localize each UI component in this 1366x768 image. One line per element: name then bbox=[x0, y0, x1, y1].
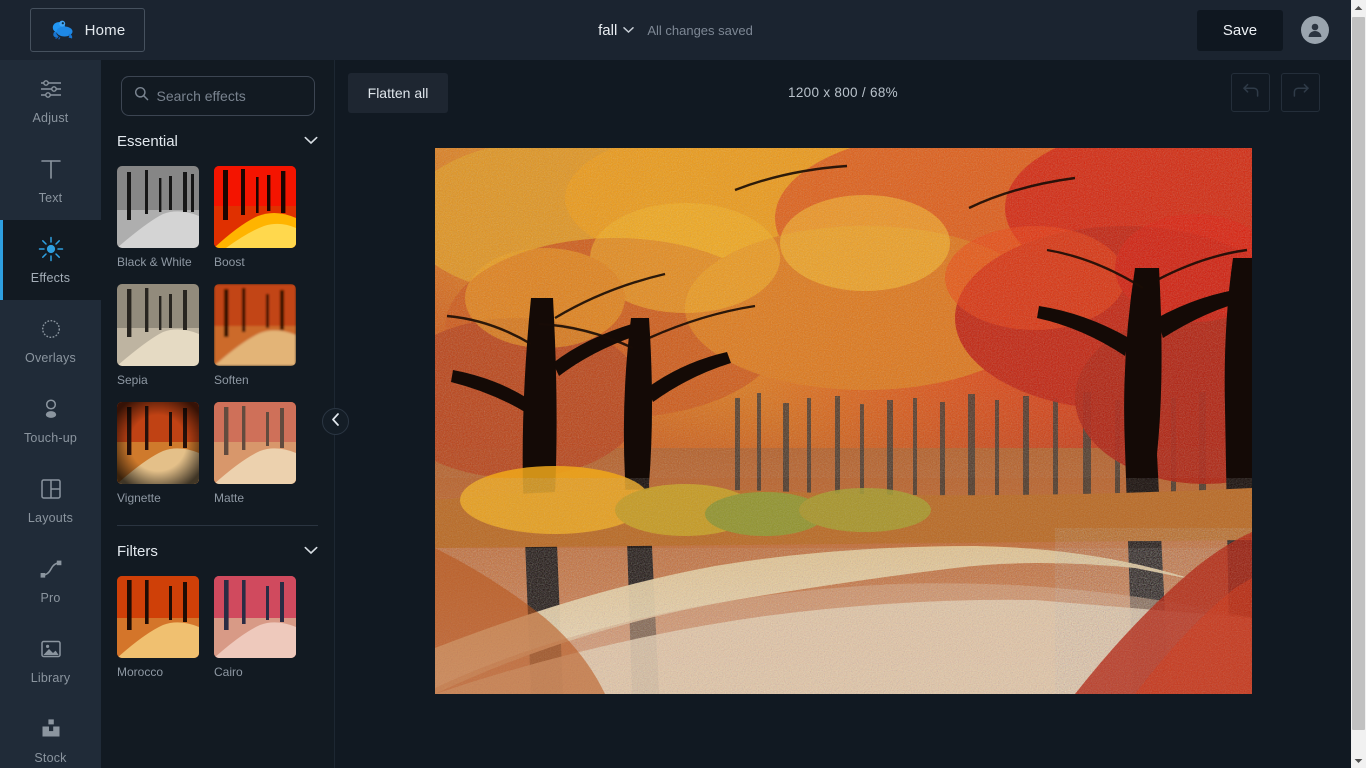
effects-grid-filters: Morocco Cairo bbox=[101, 576, 334, 679]
rail-label-library: Library bbox=[31, 671, 71, 685]
chevron-down-icon bbox=[623, 26, 634, 34]
rail-label-effects: Effects bbox=[31, 271, 70, 285]
document-name-dropdown[interactable]: fall bbox=[598, 22, 634, 39]
canvas-stage bbox=[335, 130, 1351, 768]
rail-item-stock[interactable]: Stock bbox=[0, 700, 101, 768]
rail-item-library[interactable]: Library bbox=[0, 620, 101, 700]
effect-label: Soften bbox=[214, 373, 296, 387]
effects-panel: Essential bbox=[101, 60, 335, 768]
redo-arrow-icon bbox=[1292, 82, 1310, 103]
rail-label-touchup: Touch-up bbox=[24, 431, 77, 445]
rail-label-pro: Pro bbox=[40, 591, 60, 605]
save-button[interactable]: Save bbox=[1197, 10, 1283, 51]
effect-label: Matte bbox=[214, 491, 296, 505]
effect-thumbnail bbox=[117, 576, 199, 658]
effect-item-morocco[interactable]: Morocco bbox=[117, 576, 199, 679]
archive-icon bbox=[38, 716, 64, 742]
edited-photo[interactable] bbox=[435, 148, 1252, 694]
section-header-essential[interactable]: Essential bbox=[117, 116, 318, 166]
effect-label: Boost bbox=[214, 255, 296, 269]
section-title-essential: Essential bbox=[117, 133, 178, 150]
effect-item-vignette[interactable]: Vignette bbox=[117, 402, 199, 505]
effect-label: Vignette bbox=[117, 491, 199, 505]
rail-label-layouts: Layouts bbox=[28, 511, 73, 525]
rail-item-text[interactable]: Text bbox=[0, 140, 101, 220]
document-name: fall bbox=[598, 22, 617, 39]
home-button-label: Home bbox=[85, 22, 126, 39]
effect-item-soften[interactable]: Soften bbox=[214, 284, 296, 387]
effect-label: Cairo bbox=[214, 665, 296, 679]
section-title-filters: Filters bbox=[117, 543, 158, 560]
sliders-icon bbox=[38, 76, 64, 102]
search-icon bbox=[134, 86, 149, 106]
chevron-down-icon bbox=[304, 542, 318, 560]
rail-item-pro[interactable]: Pro bbox=[0, 540, 101, 620]
page-scrollbar[interactable] bbox=[1351, 0, 1366, 768]
sunburst-icon bbox=[38, 316, 64, 342]
top-bar: Home fall All changes saved Save bbox=[0, 0, 1351, 60]
text-t-icon bbox=[38, 156, 64, 182]
effect-thumbnail bbox=[214, 576, 296, 658]
rail-label-stock: Stock bbox=[34, 751, 66, 765]
effects-grid-essential: Black & White Boost bbox=[101, 166, 334, 505]
canvas-area: Flatten all 1200 x 800 / 68% bbox=[335, 60, 1351, 768]
effect-thumbnail bbox=[117, 402, 199, 484]
collapse-panel-button[interactable] bbox=[322, 408, 349, 435]
frog-logo-icon bbox=[50, 19, 76, 41]
effect-item-sepia[interactable]: Sepia bbox=[117, 284, 199, 387]
rail-label-text: Text bbox=[39, 191, 63, 205]
effect-thumbnail bbox=[214, 166, 296, 248]
undo-button[interactable] bbox=[1231, 73, 1270, 112]
scroll-down-arrow-icon[interactable] bbox=[1351, 753, 1366, 768]
save-status-text: All changes saved bbox=[647, 23, 753, 38]
image-icon bbox=[38, 636, 64, 662]
person-icon bbox=[38, 396, 64, 422]
effect-label: Morocco bbox=[117, 665, 199, 679]
redo-button[interactable] bbox=[1281, 73, 1320, 112]
rail-item-layouts[interactable]: Layouts bbox=[0, 460, 101, 540]
effect-item-matte[interactable]: Matte bbox=[214, 402, 296, 505]
scroll-up-arrow-icon[interactable] bbox=[1351, 0, 1366, 15]
rail-item-overlays[interactable]: Overlays bbox=[0, 300, 101, 380]
home-button[interactable]: Home bbox=[30, 8, 145, 52]
section-header-filters[interactable]: Filters bbox=[117, 526, 318, 576]
sparkle-icon bbox=[38, 236, 64, 262]
effect-item-cairo[interactable]: Cairo bbox=[214, 576, 296, 679]
top-bar-actions: Save bbox=[1197, 0, 1351, 60]
rail-label-overlays: Overlays bbox=[25, 351, 76, 365]
user-avatar-icon[interactable] bbox=[1301, 16, 1329, 44]
grid-icon bbox=[38, 476, 64, 502]
node-path-icon bbox=[38, 556, 64, 582]
effect-thumbnail bbox=[117, 284, 199, 366]
rail-label-adjust: Adjust bbox=[33, 111, 69, 125]
search-input[interactable] bbox=[157, 88, 336, 104]
undo-arrow-icon bbox=[1242, 82, 1260, 103]
effect-item-black-and-white[interactable]: Black & White bbox=[117, 166, 199, 269]
editor-app: Home fall All changes saved Save bbox=[0, 0, 1351, 768]
tool-rail: Adjust Text bbox=[0, 60, 101, 768]
effect-item-boost[interactable]: Boost bbox=[214, 166, 296, 269]
history-buttons bbox=[1231, 73, 1320, 112]
rail-item-effects[interactable]: Effects bbox=[0, 220, 101, 300]
canvas-toolbar: Flatten all 1200 x 800 / 68% bbox=[335, 60, 1351, 130]
search-effects-box[interactable] bbox=[121, 76, 315, 116]
document-title-area: fall All changes saved bbox=[0, 0, 1351, 60]
rail-item-adjust[interactable]: Adjust bbox=[0, 60, 101, 140]
chevron-left-icon bbox=[331, 413, 340, 431]
effect-thumbnail bbox=[214, 402, 296, 484]
effect-label: Black & White bbox=[117, 255, 199, 269]
effect-label: Sepia bbox=[117, 373, 199, 387]
effect-thumbnail bbox=[117, 166, 199, 248]
effect-thumbnail bbox=[214, 284, 296, 366]
scrollbar-thumb[interactable] bbox=[1352, 17, 1365, 730]
rail-item-touchup[interactable]: Touch-up bbox=[0, 380, 101, 460]
image-dimensions-label: 1200 x 800 / 68% bbox=[335, 85, 1351, 100]
chevron-down-icon bbox=[304, 132, 318, 150]
